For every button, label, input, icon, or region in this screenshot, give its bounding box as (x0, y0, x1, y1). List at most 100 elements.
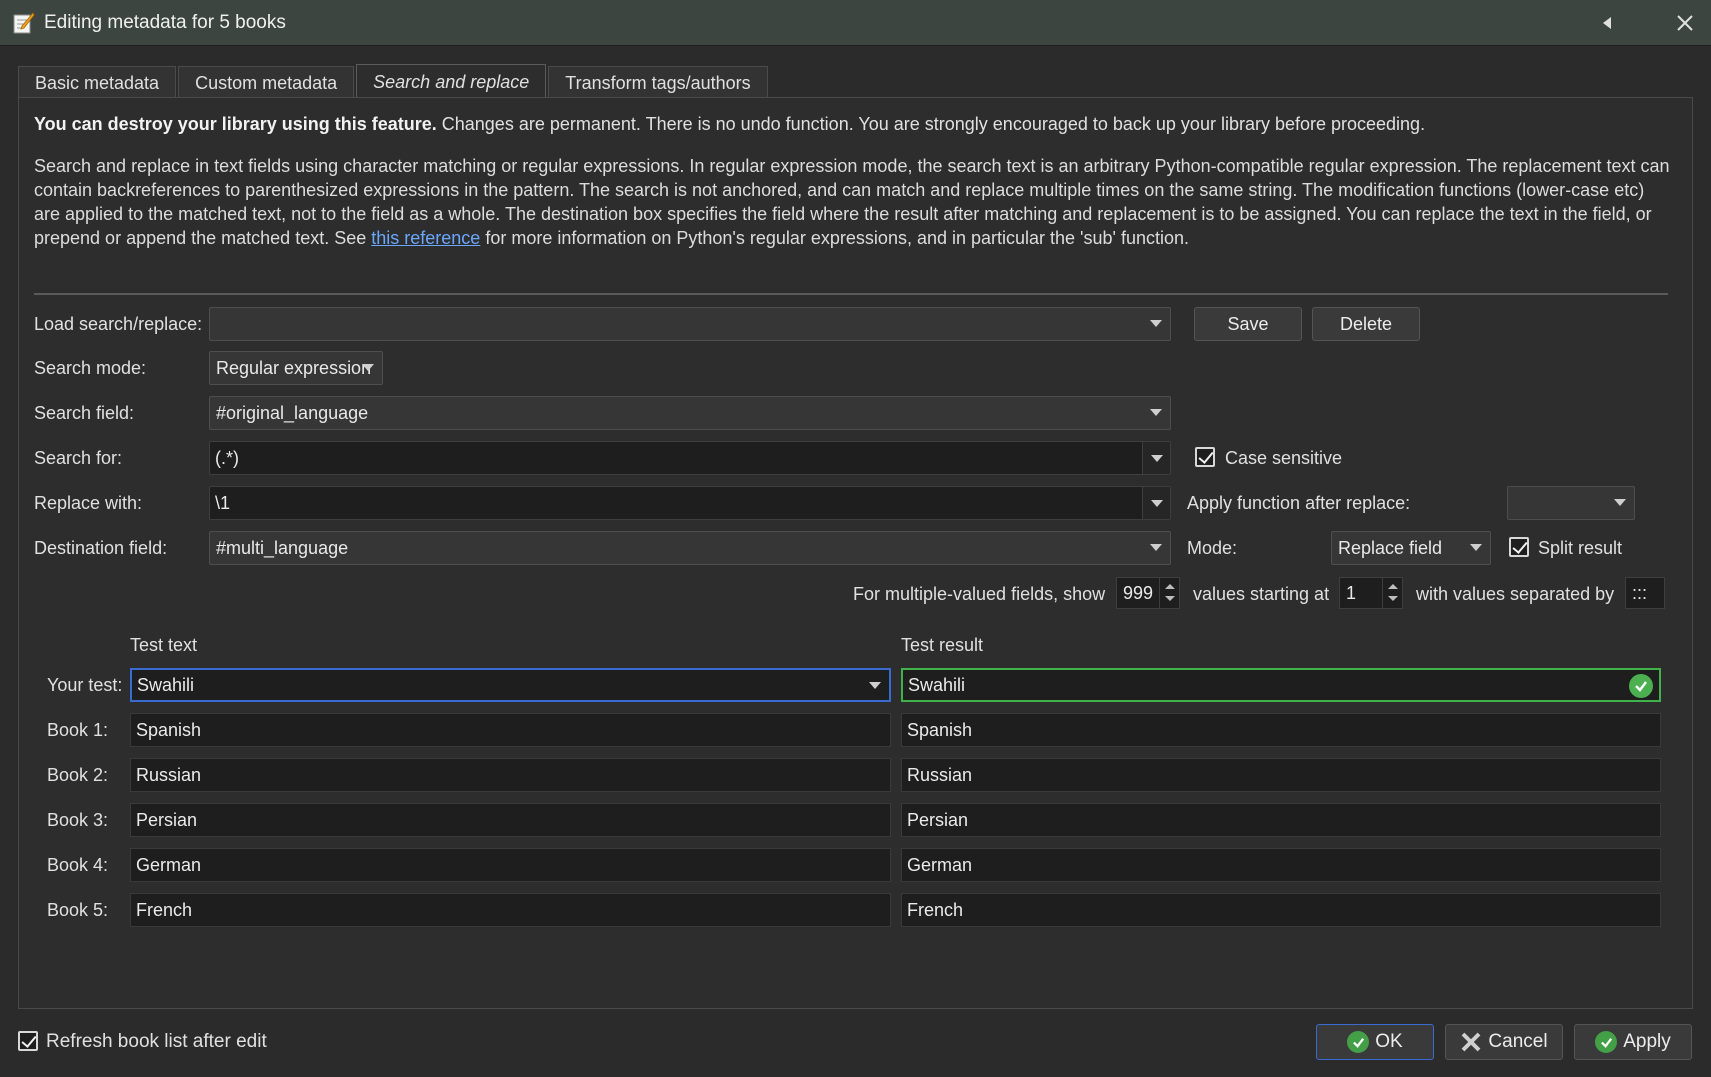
tab-label: Basic metadata (35, 72, 160, 93)
case-sensitive-checkbox[interactable] (1195, 447, 1215, 467)
your-test-result-value: Swahili (908, 674, 966, 695)
book-2-result: Russian (901, 758, 1661, 792)
save-button[interactable]: Save (1194, 307, 1302, 341)
history-dropdown-button[interactable] (861, 670, 889, 700)
history-dropdown-button[interactable] (1142, 487, 1170, 519)
warning-text: You can destroy your library using this … (34, 112, 1674, 136)
book-result-value: Spanish (907, 719, 973, 740)
tab-search-and-replace[interactable]: Search and replace (356, 64, 547, 99)
description-text: Search and replace in text fields using … (34, 154, 1674, 250)
multi-sep-label: with values separated by (1416, 584, 1615, 604)
refresh-book-list-checkbox[interactable] (18, 1031, 38, 1051)
multi-show-value: 999 (1123, 582, 1154, 603)
book-4-text: German (130, 848, 891, 882)
history-dropdown-button[interactable] (1142, 442, 1170, 474)
tab-custom-metadata[interactable]: Custom metadata (178, 66, 355, 99)
multi-show-spinbox[interactable]: 999 (1116, 577, 1180, 609)
book-3-text: Persian (130, 803, 891, 837)
dest-mode-combo[interactable]: Replace field (1331, 531, 1491, 565)
description-part2: for more information on Python's regular… (480, 228, 1189, 248)
multi-show-label: For multiple-valued fields, show (853, 584, 1106, 604)
book-text-value: Persian (136, 809, 198, 830)
edit-metadata-icon (12, 11, 36, 35)
spin-arrows-icon[interactable] (1382, 578, 1402, 608)
apply-label: Apply (1623, 1031, 1671, 1052)
search-mode-label: Search mode: (34, 358, 147, 378)
book-text-value: Spanish (136, 719, 202, 740)
your-test-result: Swahili (901, 668, 1661, 702)
reference-link[interactable]: this reference (371, 228, 480, 248)
search-for-input[interactable]: (.*) (209, 441, 1171, 475)
chevron-down-icon (1150, 409, 1162, 416)
book-result-value: Persian (907, 809, 969, 830)
chevron-down-icon (1470, 544, 1482, 551)
apply-function-combo[interactable] (1507, 486, 1635, 520)
split-result-checkbox[interactable] (1509, 537, 1529, 557)
destination-field-label: Destination field: (34, 538, 168, 558)
search-field-label: Search field: (34, 403, 135, 423)
collapse-button[interactable] (1584, 0, 1630, 46)
book-text-value: French (136, 899, 193, 920)
test-text-header: Test text (130, 635, 198, 655)
your-test-input[interactable]: Swahili (130, 668, 891, 702)
tab-label: Transform tags/authors (565, 72, 751, 93)
delete-button[interactable]: Delete (1312, 307, 1420, 341)
test-result-header: Test result (901, 635, 984, 655)
your-test-label: Your test: (47, 675, 123, 695)
close-button[interactable] (1662, 0, 1708, 46)
multi-sep-value: ::: (1632, 582, 1648, 603)
triangle-left-icon (1603, 17, 1611, 29)
case-sensitive-label: Case sensitive (1225, 448, 1343, 468)
spin-arrows-icon[interactable] (1159, 578, 1179, 608)
multi-start-label: values starting at (1193, 584, 1330, 604)
replace-with-value: \1 (215, 492, 231, 513)
multi-sep-input[interactable]: ::: (1625, 577, 1665, 609)
dest-mode-label: Mode: (1187, 538, 1238, 558)
book-5-result: French (901, 893, 1661, 927)
check-circle-icon (1347, 1031, 1370, 1053)
book-5-text: French (130, 893, 891, 927)
book-result-value: French (907, 899, 964, 920)
book-1-result: Spanish (901, 713, 1661, 747)
book-3-result: Persian (901, 803, 1661, 837)
apply-function-label: Apply function after replace: (1187, 493, 1411, 513)
book-text-value: German (136, 854, 202, 875)
search-mode-value: Regular expression (216, 357, 372, 378)
book-1-text: Spanish (130, 713, 891, 747)
tab-transform-tags-authors[interactable]: Transform tags/authors (548, 66, 768, 99)
search-field-combo[interactable]: #original_language (209, 396, 1171, 430)
cancel-x-icon (1462, 1032, 1481, 1052)
replace-with-input[interactable]: \1 (209, 486, 1171, 520)
book-3-label: Book 3: (47, 810, 109, 830)
chevron-down-icon (869, 682, 881, 689)
refresh-book-list-label: Refresh book list after edit (46, 1031, 267, 1052)
warning-bold: You can destroy your library using this … (34, 114, 437, 134)
chevron-down-icon (1150, 544, 1162, 551)
apply-button[interactable]: Apply (1574, 1024, 1692, 1060)
window-title: Editing metadata for 5 books (44, 11, 286, 33)
ok-button[interactable]: OK (1316, 1024, 1434, 1060)
check-circle-icon (1629, 674, 1653, 698)
tab-basic-metadata[interactable]: Basic metadata (18, 66, 177, 99)
search-field-value: #original_language (216, 402, 369, 423)
check-circle-icon (1595, 1031, 1618, 1053)
load-search-replace-combo[interactable] (209, 307, 1171, 341)
destination-field-combo[interactable]: #multi_language (209, 531, 1171, 565)
search-mode-combo[interactable]: Regular expression (209, 351, 383, 385)
book-2-label: Book 2: (47, 765, 109, 785)
search-for-label: Search for: (34, 448, 123, 468)
multi-start-value: 1 (1346, 582, 1357, 603)
book-result-value: German (907, 854, 973, 875)
cancel-button[interactable]: Cancel (1445, 1024, 1563, 1060)
cancel-label: Cancel (1488, 1031, 1548, 1052)
search-for-value: (.*) (215, 447, 239, 468)
separator (34, 293, 1668, 295)
dest-mode-value: Replace field (1338, 537, 1443, 558)
tab-label: Search and replace (373, 71, 530, 92)
close-icon (1677, 15, 1693, 31)
book-4-label: Book 4: (47, 855, 109, 875)
multi-start-spinbox[interactable]: 1 (1339, 577, 1403, 609)
ok-label: OK (1375, 1031, 1403, 1052)
chevron-down-icon (362, 364, 374, 371)
book-1-label: Book 1: (47, 720, 109, 740)
